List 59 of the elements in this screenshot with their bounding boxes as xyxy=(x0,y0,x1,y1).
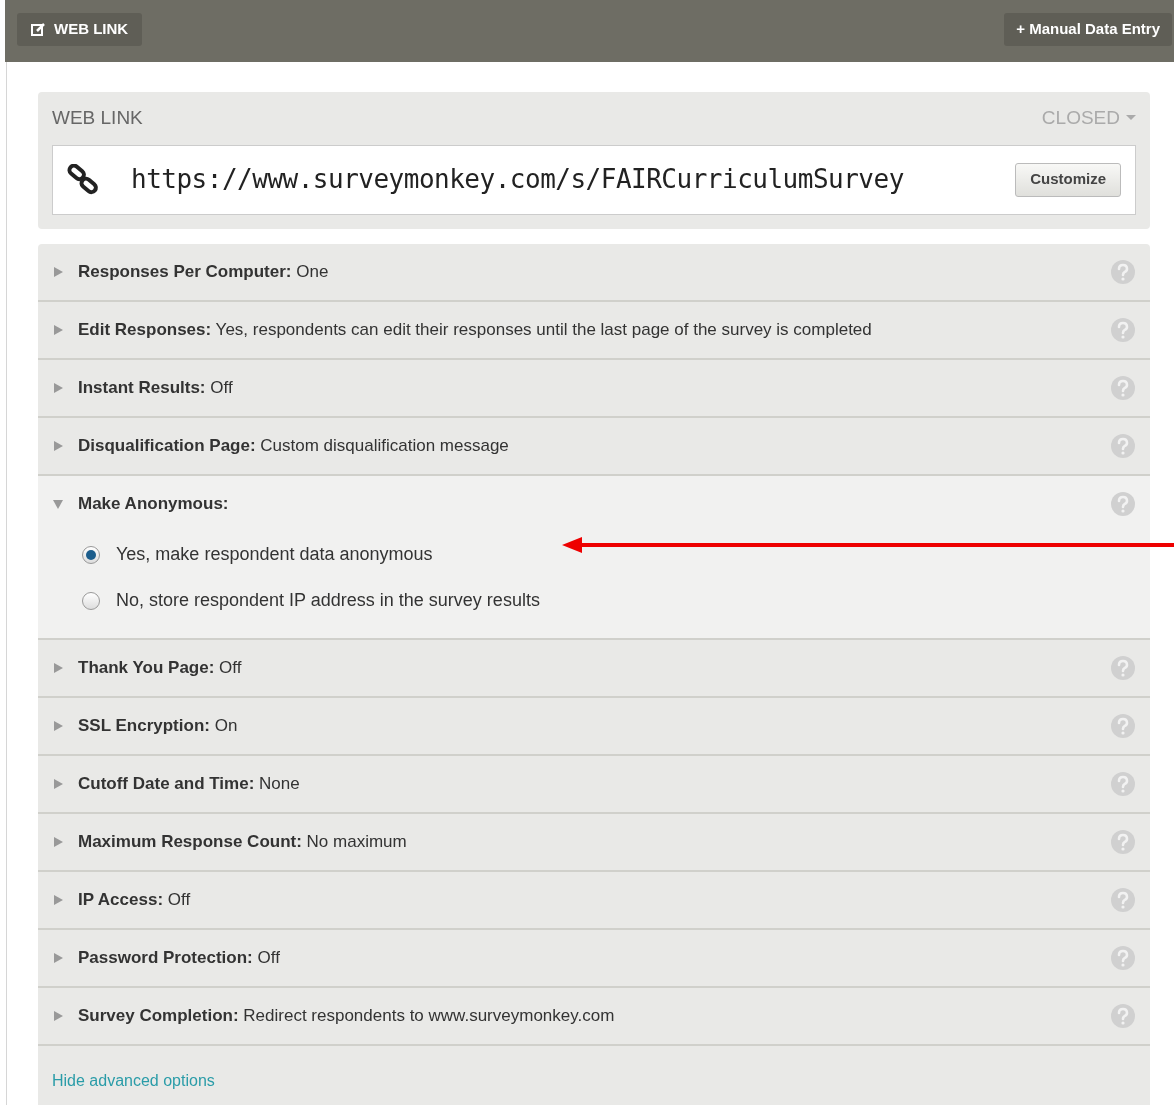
panel-title: WEB LINK xyxy=(52,106,143,130)
caret-icon xyxy=(1126,115,1136,122)
help-icon[interactable] xyxy=(1110,316,1136,343)
setting-row[interactable]: Password Protection: Off xyxy=(38,929,1150,988)
setting-text: Edit Responses: Yes, respondents can edit their responses until the last page of the survey is completed xyxy=(78,318,873,341)
survey-url: https://www.surveymonkey.com/s/FAIRCurriculumSurvey xyxy=(131,163,905,196)
collapse-arrow-icon[interactable] xyxy=(52,497,64,510)
help-icon[interactable] xyxy=(1110,1002,1136,1029)
expand-arrow-icon[interactable] xyxy=(52,265,64,278)
setting-row[interactable]: Cutoff Date and Time: None xyxy=(38,755,1150,814)
radio-button[interactable] xyxy=(82,591,100,610)
radio-option[interactable]: No, store respondent IP address in the survey results xyxy=(82,577,1136,624)
setting-row[interactable]: Make Anonymous: Yes, make respondent data anonymous No, store respondent IP address in the survey results xyxy=(38,475,1150,640)
setting-row[interactable]: IP Access: Off xyxy=(38,871,1150,930)
manual-data-entry-button[interactable]: + Manual Data Entry xyxy=(1004,13,1172,46)
help-icon[interactable] xyxy=(1110,886,1136,913)
expand-arrow-icon[interactable] xyxy=(52,893,64,906)
expand-arrow-icon[interactable] xyxy=(52,951,64,964)
expand-arrow-icon[interactable] xyxy=(52,661,64,674)
setting-text: Responses Per Computer: One xyxy=(78,260,330,283)
setting-row[interactable]: Maximum Response Count: No maximum xyxy=(38,813,1150,872)
edit-icon xyxy=(31,22,46,37)
expand-arrow-icon[interactable] xyxy=(52,835,64,848)
setting-text: Make Anonymous: xyxy=(78,492,230,515)
setting-text: Disqualification Page: Custom disqualification message xyxy=(78,434,510,457)
expand-arrow-icon[interactable] xyxy=(52,439,64,452)
setting-row[interactable]: Instant Results: Off xyxy=(38,359,1150,418)
help-icon[interactable] xyxy=(1110,654,1136,681)
help-icon[interactable] xyxy=(1110,432,1136,459)
setting-row[interactable]: Survey Completion: Redirect respondents to www.surveymonkey.com xyxy=(38,987,1150,1046)
link-icon xyxy=(67,163,101,196)
setting-text: Survey Completion: Redirect respondents to www.surveymonkey.com xyxy=(78,1004,616,1027)
setting-row[interactable]: Edit Responses: Yes, respondents can edit their responses until the last page of the survey is completed xyxy=(38,301,1150,360)
setting-text: IP Access: Off xyxy=(78,888,192,911)
radio-option[interactable]: Yes, make respondent data anonymous xyxy=(82,531,1136,578)
help-icon[interactable] xyxy=(1110,490,1136,517)
web-link-button[interactable]: WEB LINK xyxy=(17,13,143,46)
setting-text: Instant Results: Off xyxy=(78,376,234,399)
expand-arrow-icon[interactable] xyxy=(52,381,64,394)
setting-text: Thank You Page: Off xyxy=(78,656,243,679)
setting-row[interactable]: Thank You Page: Off xyxy=(38,639,1150,698)
setting-text: Cutoff Date and Time: None xyxy=(78,772,301,795)
radio-button[interactable] xyxy=(82,545,100,564)
customize-button[interactable]: Customize xyxy=(1015,162,1121,197)
help-icon[interactable] xyxy=(1110,258,1136,285)
setting-row[interactable]: Responses Per Computer: One xyxy=(38,243,1150,302)
setting-row[interactable]: SSL Encryption: On xyxy=(38,697,1150,756)
setting-text: SSL Encryption: On xyxy=(78,714,239,737)
expand-arrow-icon[interactable] xyxy=(52,1009,64,1022)
setting-text: Password Protection: Off xyxy=(78,946,281,969)
help-icon[interactable] xyxy=(1110,828,1136,855)
help-icon[interactable] xyxy=(1110,374,1136,401)
expand-arrow-icon[interactable] xyxy=(52,777,64,790)
help-icon[interactable] xyxy=(1110,712,1136,739)
expand-arrow-icon[interactable] xyxy=(52,719,64,732)
help-icon[interactable] xyxy=(1110,770,1136,797)
setting-text: Maximum Response Count: No maximum xyxy=(78,830,408,853)
expand-arrow-icon[interactable] xyxy=(52,323,64,336)
help-icon[interactable] xyxy=(1110,944,1136,971)
